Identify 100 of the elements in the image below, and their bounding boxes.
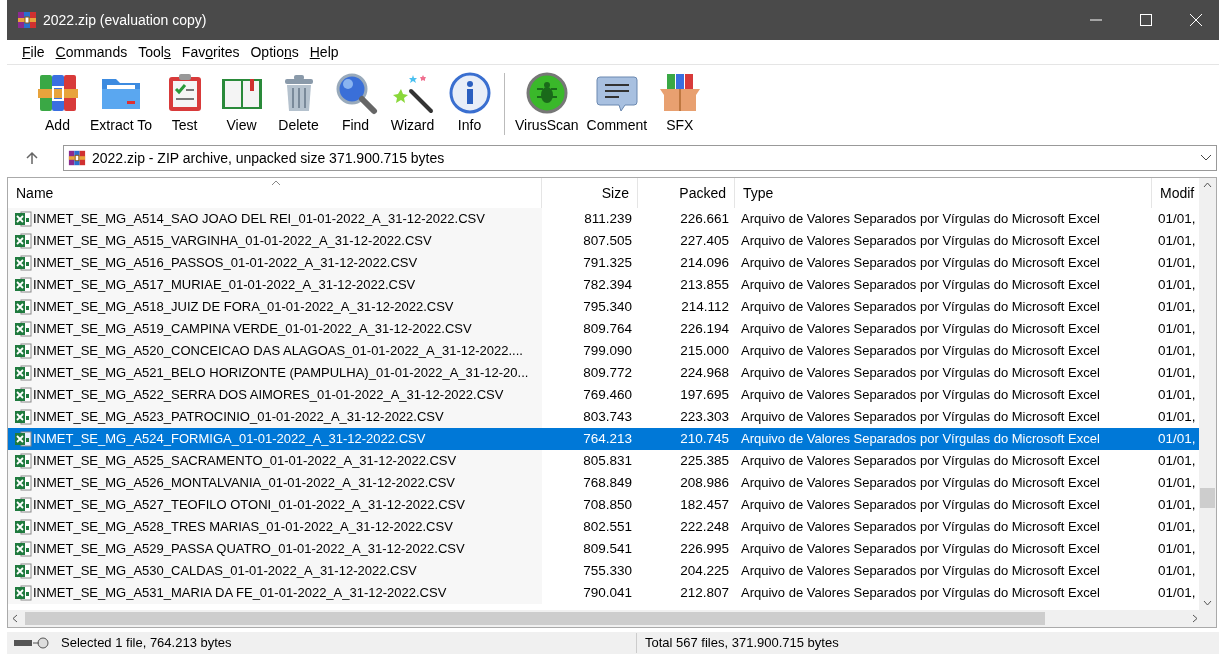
spreadsheet-file-icon [14, 210, 32, 228]
spreadsheet-file-icon [14, 408, 32, 426]
packed-size: 197.695 [679, 385, 730, 404]
status-total: Total 567 files, 371.900.715 bytes [644, 634, 839, 653]
menu-item[interactable]: Options [245, 41, 304, 63]
maximize-icon [1140, 14, 1152, 26]
spreadsheet-file-icon [14, 518, 32, 536]
file-row[interactable]: INMET_SE_MG_A528_TRES MARIAS_01-01-2022_A_31-12-2022.CSV 802.551 222.248 Arquivo de Valores Separados por Vírgulas do Microsoft Excel 01/01, [8, 516, 1199, 538]
menu-item[interactable]: Help [304, 41, 344, 63]
file-row[interactable]: INMET_SE_MG_A529_PASSA QUATRO_01-01-2022_A_31-12-2022.CSV 809.541 226.995 Arquivo de Valores Separados por Vírgulas do Microsoft Excel 01/01, [8, 538, 1199, 560]
file-row[interactable]: INMET_SE_MG_A527_TEOFILO OTONI_01-01-2022_A_31-12-2022.CSV 708.850 182.457 Arquivo de Valores Separados por Vírgulas do Microsoft Excel 01/01, [8, 494, 1199, 516]
file-name: INMET_SE_MG_A530_CALDAS_01-01-2022_A_31-12-2022.CSV [33, 562, 417, 581]
file-size: 803.743 [582, 407, 633, 426]
toolbar-button[interactable]: View [213, 71, 270, 133]
file-row[interactable]: INMET_SE_MG_A521_BELO HORIZONTE (PAMPULHA)_01-01-2022_A_31-12-20... 809.772 224.968 Arquivo de Valores Separados por Vírgulas do Microsoft Excel 01/01, [8, 362, 1199, 384]
close-icon [1190, 14, 1202, 26]
file-type: Arquivo de Valores Separados por Vírgulas do Microsoft Excel [740, 386, 1101, 405]
column-header[interactable]: Packed [638, 178, 735, 208]
spreadsheet-file-icon [14, 320, 32, 338]
status-selected: Selected 1 file, 764.213 bytes [61, 634, 232, 653]
scroll-right-icon[interactable] [1192, 614, 1198, 623]
file-row[interactable]: INMET_SE_MG_A523_PATROCINIO_01-01-2022_A_31-12-2022.CSV 803.743 223.303 Arquivo de Valores Separados por Vírgulas do Microsoft Excel 01/01, [8, 406, 1199, 428]
toolbar-button[interactable]: Info [441, 71, 498, 133]
modified-date: 01/01, [1157, 341, 1197, 360]
packed-size: 226.661 [679, 209, 730, 228]
spreadsheet-file-icon [14, 232, 32, 250]
file-row[interactable]: INMET_SE_MG_A525_SACRAMENTO_01-01-2022_A_31-12-2022.CSV 805.831 225.385 Arquivo de Valores Separados por Vírgulas do Microsoft Excel 01/01, [8, 450, 1199, 472]
scroll-left-icon[interactable] [12, 614, 18, 623]
file-size: 807.505 [582, 231, 633, 250]
spreadsheet-file-icon [14, 540, 32, 558]
up-arrow-icon [25, 151, 39, 165]
toolbar-button[interactable]: Test [156, 71, 213, 133]
file-row[interactable]: INMET_SE_MG_A519_CAMPINA VERDE_01-01-2022_A_31-12-2022.CSV 809.764 226.194 Arquivo de Valores Separados por Vírgulas do Microsoft Excel 01/01, [8, 318, 1199, 340]
scroll-down-icon[interactable] [1203, 600, 1212, 606]
toolbar-button[interactable]: Delete [270, 71, 327, 133]
file-row[interactable]: INMET_SE_MG_A522_SERRA DOS AIMORES_01-01-2022_A_31-12-2022.CSV 769.460 197.695 Arquivo de Valores Separados por Vírgulas do Microsoft Excel 01/01, [8, 384, 1199, 406]
file-row[interactable]: INMET_SE_MG_A520_CONCEICAO DAS ALAGOAS_01-01-2022_A_31-12-2022.... 799.090 215.000 Arquivo de Valores Separados por Vírgulas do Microsoft Excel 01/01, [8, 340, 1199, 362]
file-size: 795.340 [582, 297, 633, 316]
file-size: 809.764 [582, 319, 633, 338]
vertical-scrollbar[interactable] [1199, 178, 1216, 610]
toolbar-button[interactable]: Comment [582, 71, 652, 133]
modified-date: 01/01, [1157, 583, 1197, 602]
file-row[interactable]: INMET_SE_MG_A514_SAO JOAO DEL REI_01-01-2022_A_31-12-2022.CSV 811.239 226.661 Arquivo de Valores Separados por Vírgulas do Microsoft Excel 01/01, [8, 208, 1199, 230]
modified-date: 01/01, [1157, 275, 1197, 294]
toolbar-button[interactable]: Extract To [86, 71, 156, 133]
menu-item[interactable]: File [17, 41, 50, 63]
app-icon [17, 10, 37, 30]
file-row[interactable]: INMET_SE_MG_A526_MONTALVANIA_01-01-2022_A_31-12-2022.CSV 768.849 208.986 Arquivo de Valores Separados por Vírgulas do Microsoft Excel 01/01, [8, 472, 1199, 494]
file-name: INMET_SE_MG_A520_CONCEICAO DAS ALAGOAS_01-01-2022_A_31-12-2022.... [33, 342, 523, 361]
toolbar-button[interactable]: Add [29, 71, 86, 133]
spreadsheet-file-icon [14, 430, 32, 448]
modified-date: 01/01, [1157, 517, 1197, 536]
packed-size: 208.986 [679, 473, 730, 492]
file-row[interactable]: INMET_SE_MG_A517_MURIAE_01-01-2022_A_31-12-2022.CSV 782.394 213.855 Arquivo de Valores Separados por Vírgulas do Microsoft Excel 01/01, [8, 274, 1199, 296]
spreadsheet-file-icon [14, 562, 32, 580]
file-row[interactable]: INMET_SE_MG_A516_PASSOS_01-01-2022_A_31-12-2022.CSV 791.325 214.096 Arquivo de Valores Separados por Vírgulas do Microsoft Excel 01/01, [8, 252, 1199, 274]
file-row[interactable]: INMET_SE_MG_A515_VARGINHA_01-01-2022_A_31-12-2022.CSV 807.505 227.405 Arquivo de Valores Separados por Vírgulas do Microsoft Excel 01/01, [8, 230, 1199, 252]
toolbar-button[interactable]: Wizard [384, 71, 441, 133]
bug-scanner-icon [524, 71, 569, 115]
file-row[interactable]: INMET_SE_MG_A524_FORMIGA_01-01-2022_A_31-12-2022.CSV 764.213 210.745 Arquivo de Valores Separados por Vírgulas do Microsoft Excel 01/01, [8, 428, 1199, 450]
column-header[interactable]: Size [542, 178, 638, 208]
file-type: Arquivo de Valores Separados por Vírgulas do Microsoft Excel [740, 408, 1101, 427]
file-name: INMET_SE_MG_A529_PASSA QUATRO_01-01-2022_A_31-12-2022.CSV [33, 540, 465, 559]
packed-size: 210.745 [679, 429, 730, 448]
toolbar-button[interactable]: VirusScan [511, 71, 583, 133]
file-name: INMET_SE_MG_A527_TEOFILO OTONI_01-01-2022_A_31-12-2022.CSV [33, 496, 465, 515]
menu-item[interactable]: Tools [133, 41, 176, 63]
file-size: 791.325 [582, 253, 633, 272]
packed-size: 226.194 [679, 319, 730, 338]
file-row[interactable]: INMET_SE_MG_A531_MARIA DA FE_01-01-2022_A_31-12-2022.CSV 790.041 212.807 Arquivo de Valores Separados por Vírgulas do Microsoft Excel 01/01, [8, 582, 1199, 604]
file-size: 768.849 [582, 473, 633, 492]
file-size: 764.213 [582, 429, 633, 448]
spreadsheet-file-icon [14, 496, 32, 514]
spreadsheet-file-icon [14, 452, 32, 470]
horizontal-scrollbar[interactable] [8, 610, 1216, 627]
spreadsheet-file-icon [14, 342, 32, 360]
column-header[interactable]: Type [735, 178, 1152, 208]
spreadsheet-file-icon [14, 584, 32, 602]
spreadsheet-file-icon [14, 254, 32, 272]
toolbar-button[interactable]: Find [327, 71, 384, 133]
menu-item[interactable]: Commands [50, 41, 133, 63]
modified-date: 01/01, [1157, 451, 1197, 470]
address-field[interactable]: 2022.zip - ZIP archive, unpacked size 371.900.715 bytes [63, 145, 1217, 171]
toolbar-button[interactable]: SFX [651, 71, 709, 133]
file-type: Arquivo de Valores Separados por Vírgulas do Microsoft Excel [740, 452, 1101, 471]
spreadsheet-file-icon [14, 364, 32, 382]
file-type: Arquivo de Valores Separados por Vírgulas do Microsoft Excel [740, 232, 1101, 251]
packed-size: 215.000 [679, 341, 730, 360]
scroll-thumb[interactable] [1200, 488, 1215, 508]
file-type: Arquivo de Valores Separados por Vírgulas do Microsoft Excel [740, 364, 1101, 383]
modified-date: 01/01, [1157, 495, 1197, 514]
file-row[interactable]: INMET_SE_MG_A518_JUIZ DE FORA_01-01-2022_A_31-12-2022.CSV 795.340 214.112 Arquivo de Valores Separados por Vírgulas do Microsoft Excel 01/01, [8, 296, 1199, 318]
file-type: Arquivo de Valores Separados por Vírgulas do Microsoft Excel [740, 496, 1101, 515]
scroll-thumb[interactable] [25, 612, 1045, 625]
info-icon [447, 71, 492, 115]
file-type: Arquivo de Valores Separados por Vírgulas do Microsoft Excel [740, 210, 1101, 229]
menu-item[interactable]: Favorites [176, 41, 245, 63]
scroll-up-icon[interactable] [1203, 182, 1212, 188]
archive-icon [68, 149, 86, 167]
file-row[interactable]: INMET_SE_MG_A530_CALDAS_01-01-2022_A_31-12-2022.CSV 755.330 204.225 Arquivo de Valores Separados por Vírgulas do Microsoft Excel 01/01, [8, 560, 1199, 582]
